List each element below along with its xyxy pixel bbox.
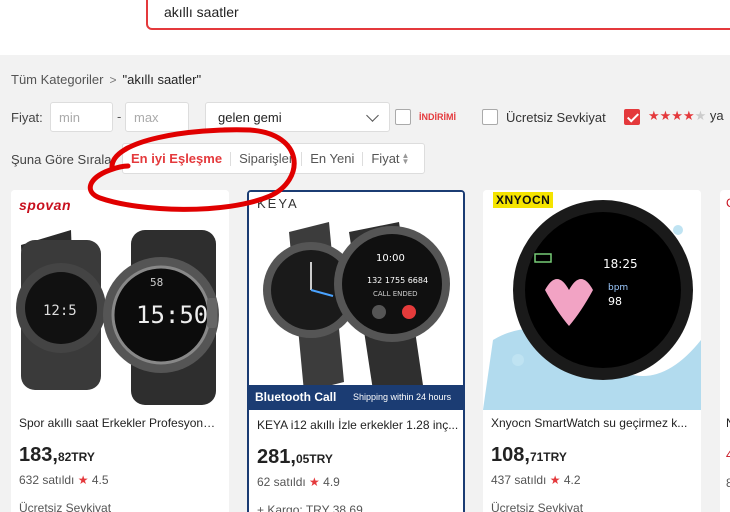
product-image[interactable]: 10:00 132 1755 6684 CALL ENDED KEYA Blue… — [249, 192, 463, 412]
price-min-input[interactable]: min — [50, 102, 113, 132]
price-label: Fiyat: — [11, 110, 43, 125]
chevron-down-icon — [366, 109, 379, 122]
star-icon: ★ — [309, 475, 320, 489]
sort-label: Şuna Göre Sırala: — [11, 152, 116, 167]
sort-price[interactable]: Fiyat ▲ ▼ — [362, 150, 417, 167]
rating-suffix: ya — [709, 108, 724, 123]
rating-stars-off: ★ — [694, 108, 707, 123]
watch-status: CALL ENDED — [373, 290, 418, 298]
free-shipping-label[interactable]: Ücretsiz Sevkiyat — [506, 110, 606, 125]
product-card[interactable]: 18:25 bpm 98 XNYOCN Xnyocn SmartWatch su… — [483, 190, 701, 512]
price-max-placeholder: max — [134, 110, 159, 125]
sort-newest[interactable]: En Yeni — [301, 151, 362, 166]
promo-banner: Bluetooth Call Shipping within 24 hours — [249, 385, 463, 410]
price-dec: 71TRY — [529, 450, 567, 464]
smartwatch-image-icon: 10:00 132 1755 6684 CALL ENDED — [249, 192, 463, 412]
rating-stars-on: ★★★★ — [648, 108, 695, 123]
banner-bluetooth-call: Bluetooth Call — [255, 390, 337, 404]
product-title[interactable]: Spor akıllı saat Erkekler Profesyonel... — [19, 416, 221, 430]
svg-text:12:5: 12:5 — [43, 303, 77, 319]
price-int: 183, — [19, 444, 58, 466]
shipping-info: Ücretsiz Sevkiyat — [19, 501, 112, 512]
product-price: 183,82TRY — [19, 444, 95, 467]
breadcrumb-current: "akıllı saatler" — [122, 72, 202, 87]
price-max-input[interactable]: max — [125, 102, 189, 132]
watch-time: 10:00 — [376, 253, 405, 264]
shipping-info: + Kargo: TRY 38,69 — [257, 503, 363, 512]
ship-from-value: gelen gemi — [218, 110, 282, 125]
sort-price-label: Fiyat — [371, 150, 400, 166]
product-price: 281,05TRY — [257, 446, 333, 469]
breadcrumb-root[interactable]: Tüm Kategoriler — [11, 72, 103, 87]
sort-best-match[interactable]: En iyi Eşleşme — [123, 151, 230, 166]
product-price: 108,71TRY — [491, 444, 567, 467]
watch-time: 15:50 — [136, 301, 208, 329]
price-min-placeholder: min — [59, 110, 80, 125]
edge-meta: 8 — [726, 476, 730, 490]
banner-shipping: Shipping within 24 hours — [353, 392, 452, 402]
product-title[interactable]: Xnyocn SmartWatch su geçirmez k... — [491, 416, 693, 430]
product-card-partial[interactable]: C N 4 8 — [720, 190, 730, 512]
star-icon: ★ — [549, 473, 561, 487]
sort-arrows-icon: ▲ ▼ — [401, 151, 410, 167]
product-image[interactable]: 12:5 15:50 58 spovan — [11, 190, 229, 410]
product-card[interactable]: 12:5 15:50 58 spovan Spor akıllı saat Er… — [11, 190, 229, 512]
sold-count: 437 satıldı — [491, 473, 547, 487]
shipping-info: Ücretsiz Sevkiyat — [491, 501, 584, 512]
search-query: akıllı saatler — [164, 4, 239, 20]
watch-bpm-label: bpm — [608, 283, 628, 293]
rating-filter-stars[interactable]: ★★★★★ ya — [648, 108, 724, 124]
sort-orders[interactable]: Siparişler — [230, 151, 301, 166]
product-image[interactable]: 18:25 bpm 98 XNYOCN — [483, 190, 701, 410]
rating-checkbox[interactable] — [624, 109, 640, 125]
brand-logo: spovan — [19, 197, 72, 213]
price-int: 281, — [257, 446, 296, 468]
sold-count: 632 satıldı — [19, 473, 75, 487]
brand-logo: XNYOCN — [493, 192, 554, 208]
ship-from-select[interactable]: gelen gemi — [205, 102, 390, 132]
product-meta: 437 satıldı ★ 4.2 — [491, 473, 581, 487]
edge-price: 4 — [726, 448, 730, 462]
discount-label[interactable]: İNDİRİMİ — [419, 112, 456, 122]
price-dash: - — [117, 109, 122, 124]
price-dec: 82TRY — [57, 450, 95, 464]
rating-value: 4.9 — [323, 475, 340, 489]
price-int: 108, — [491, 444, 530, 466]
search-input[interactable]: akıllı saatler — [146, 0, 730, 30]
breadcrumb-separator: > — [109, 72, 117, 87]
filter-bar: Fiyat: min - max gelen gemi İNDİRİMİ Ücr… — [11, 102, 730, 132]
edge-title: N — [726, 416, 730, 430]
edge-brand: C — [726, 196, 730, 210]
smartwatch-image-icon: 18:25 bpm 98 — [483, 190, 701, 410]
watch-time: 18:25 — [603, 257, 638, 271]
product-title[interactable]: KEYA i12 akıllı İzle erkekler 1.28 inç..… — [257, 418, 459, 432]
free-shipping-checkbox[interactable] — [482, 109, 498, 125]
product-meta: 632 satıldı ★ 4.5 — [19, 473, 109, 487]
rating-value: 4.5 — [91, 473, 109, 487]
rating-value: 4.2 — [563, 473, 581, 487]
sold-count: 62 satıldı — [257, 475, 306, 489]
top-bar: akıllı saatler — [0, 0, 730, 55]
product-meta: 62 satıldı ★ 4.9 — [257, 475, 340, 489]
smartwatch-image-icon: 12:5 15:50 58 — [11, 190, 229, 410]
watch-bpm: 98 — [608, 295, 622, 308]
breadcrumb: Tüm Kategoriler > "akıllı saatler" — [11, 72, 201, 87]
product-card[interactable]: 10:00 132 1755 6684 CALL ENDED KEYA Blue… — [247, 190, 465, 512]
watch-number: 132 1755 6684 — [367, 276, 428, 285]
star-icon: ★ — [77, 473, 89, 487]
svg-text:58: 58 — [150, 276, 163, 289]
discount-checkbox[interactable] — [395, 109, 411, 125]
brand-logo: KEYA — [257, 196, 299, 211]
sort-options: En iyi Eşleşme Siparişler En Yeni Fiyat ▲… — [122, 143, 425, 174]
price-dec: 05TRY — [295, 452, 333, 466]
